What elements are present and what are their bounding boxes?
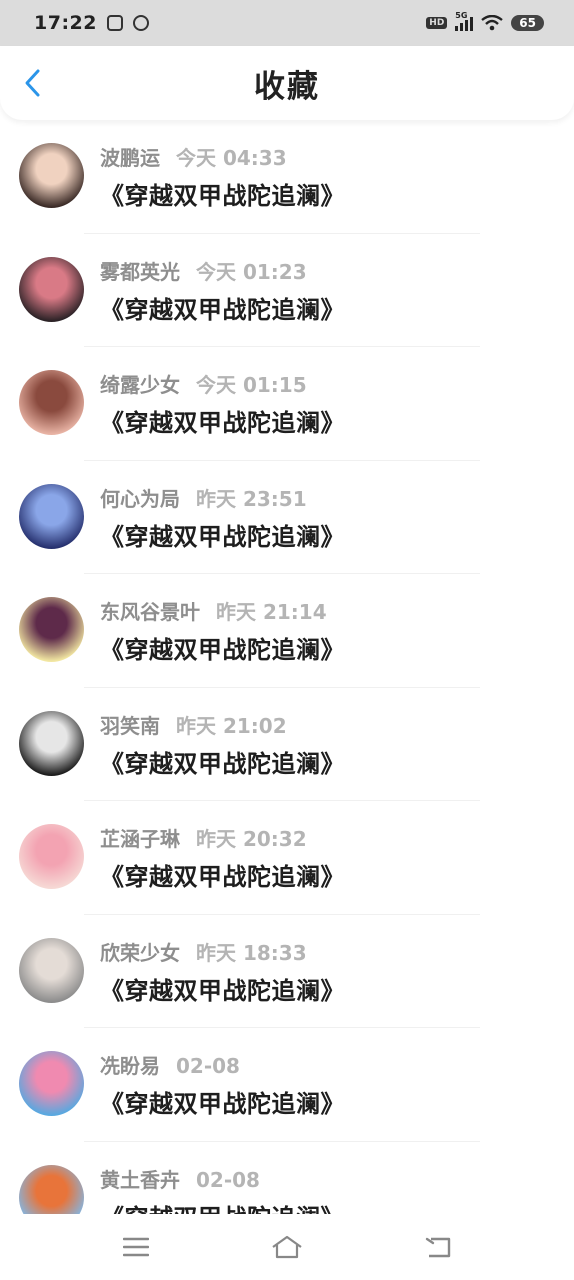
item-meta: 欣荣少女 昨天 18:33 [100,937,307,966]
favorites-list[interactable]: 波鹏运 今天 04:33 《穿越双甲战陀追澜》 雾都英光 今天 01:23 《穿越双甲战陀… [0,120,574,1214]
item-title[interactable]: 《穿越双甲战陀追澜》 [100,1198,345,1215]
item-title[interactable]: 《穿越双甲战陀追澜》 [100,857,345,892]
list-item[interactable]: 绮露少女 今天 01:15 《穿越双甲战陀追澜》 [0,347,574,461]
network-type: 5G [455,11,468,20]
avatar[interactable] [19,143,84,208]
list-item[interactable]: 雾都英光 今天 01:23 《穿越双甲战陀追澜》 [0,234,574,347]
item-meta: 黄土香卉 02-08 [100,1164,260,1193]
timestamp: 昨天 20:32 [196,827,307,851]
notification-icon [132,15,149,31]
username: 芷涵子琳 [100,827,180,851]
item-title[interactable]: 《穿越双甲战陀追澜》 [100,403,345,438]
item-meta: 绮露少女 今天 01:15 [100,369,307,398]
item-meta: 东风谷景叶 昨天 21:14 [100,596,327,625]
wifi-icon [481,15,504,31]
item-title[interactable]: 《穿越双甲战陀追澜》 [100,971,345,1006]
item-meta: 雾都英光 今天 01:23 [100,256,307,285]
list-item[interactable]: 黄土香卉 02-08 《穿越双甲战陀追澜》 [0,1142,574,1215]
avatar[interactable] [19,710,84,776]
avatar[interactable] [19,1164,84,1214]
avatar[interactable] [19,370,84,435]
signal-icon: 5G [455,11,474,31]
header-bar: 收藏 [0,46,574,120]
list-item[interactable]: 羽笑南 昨天 21:02 《穿越双甲战陀追澜》 [0,688,574,801]
status-left: 17:22 [34,12,149,34]
username: 羽笑南 [100,713,160,738]
item-meta: 羽笑南 昨天 21:02 [100,710,287,739]
home-icon [272,1235,302,1259]
chevron-left-icon [25,69,40,97]
menu-button[interactable] [111,1227,161,1267]
username: 欣荣少女 [100,940,180,965]
username: 何心为局 [100,486,180,511]
list-item[interactable]: 东风谷景叶 昨天 21:14 《穿越双甲战陀追澜》 [0,574,574,688]
gallery-icon [106,15,123,31]
avatar[interactable] [19,1051,84,1116]
list-item[interactable]: 芷涵子琳 昨天 20:32 《穿越双甲战陀追澜》 [0,801,574,915]
battery-indicator: 65 [511,15,544,31]
username: 冼盼易 [100,1054,160,1078]
item-meta: 波鹏运 今天 04:33 [100,142,287,171]
timestamp: 今天 01:23 [196,259,307,284]
item-meta: 何心为局 昨天 23:51 [100,483,307,512]
status-bar: 17:22 HD 5G 65 [0,0,574,46]
home-button[interactable] [262,1227,312,1267]
timestamp: 今天 04:33 [176,146,287,170]
item-title[interactable]: 《穿越双甲战陀追澜》 [100,744,345,779]
timestamp: 今天 01:15 [196,373,307,397]
avatar[interactable] [19,483,84,549]
timestamp: 昨天 21:02 [176,713,287,738]
item-title[interactable]: 《穿越双甲战陀追澜》 [100,290,345,325]
item-meta: 冼盼易 02-08 [100,1050,240,1079]
timestamp: 昨天 23:51 [196,486,307,511]
bottom-navigation [0,1214,574,1280]
avatar[interactable] [19,256,84,322]
back-icon [426,1237,451,1258]
timestamp: 昨天 18:33 [196,940,307,965]
menu-icon [122,1237,149,1257]
item-title[interactable]: 《穿越双甲战陀追澜》 [100,517,345,552]
list-item[interactable]: 波鹏运 今天 04:33 《穿越双甲战陀追澜》 [0,120,574,234]
username: 黄土香卉 [100,1167,180,1192]
item-title[interactable]: 《穿越双甲战陀追澜》 [100,176,345,211]
username: 绮露少女 [100,373,180,397]
avatar[interactable] [19,824,84,889]
list-item[interactable]: 欣荣少女 昨天 18:33 《穿越双甲战陀追澜》 [0,915,574,1028]
timestamp: 02-08 [176,1054,240,1078]
timestamp: 昨天 21:14 [216,600,327,624]
avatar[interactable] [19,597,84,662]
timestamp: 02-08 [196,1167,260,1192]
system-back-button[interactable] [413,1227,463,1267]
username: 波鹏运 [100,146,160,170]
username: 雾都英光 [100,259,180,284]
avatar[interactable] [19,937,84,1003]
list-item[interactable]: 何心为局 昨天 23:51 《穿越双甲战陀追澜》 [0,461,574,574]
status-time: 17:22 [34,12,97,34]
item-meta: 芷涵子琳 昨天 20:32 [100,823,307,852]
list-item[interactable]: 冼盼易 02-08 《穿越双甲战陀追澜》 [0,1028,574,1142]
page-title: 收藏 [254,68,320,105]
status-right: HD 5G 65 [426,11,544,31]
hd-badge: HD [426,17,448,29]
back-button[interactable] [16,66,48,100]
item-title[interactable]: 《穿越双甲战陀追澜》 [100,1084,345,1119]
username: 东风谷景叶 [100,600,200,624]
item-title[interactable]: 《穿越双甲战陀追澜》 [100,630,345,665]
